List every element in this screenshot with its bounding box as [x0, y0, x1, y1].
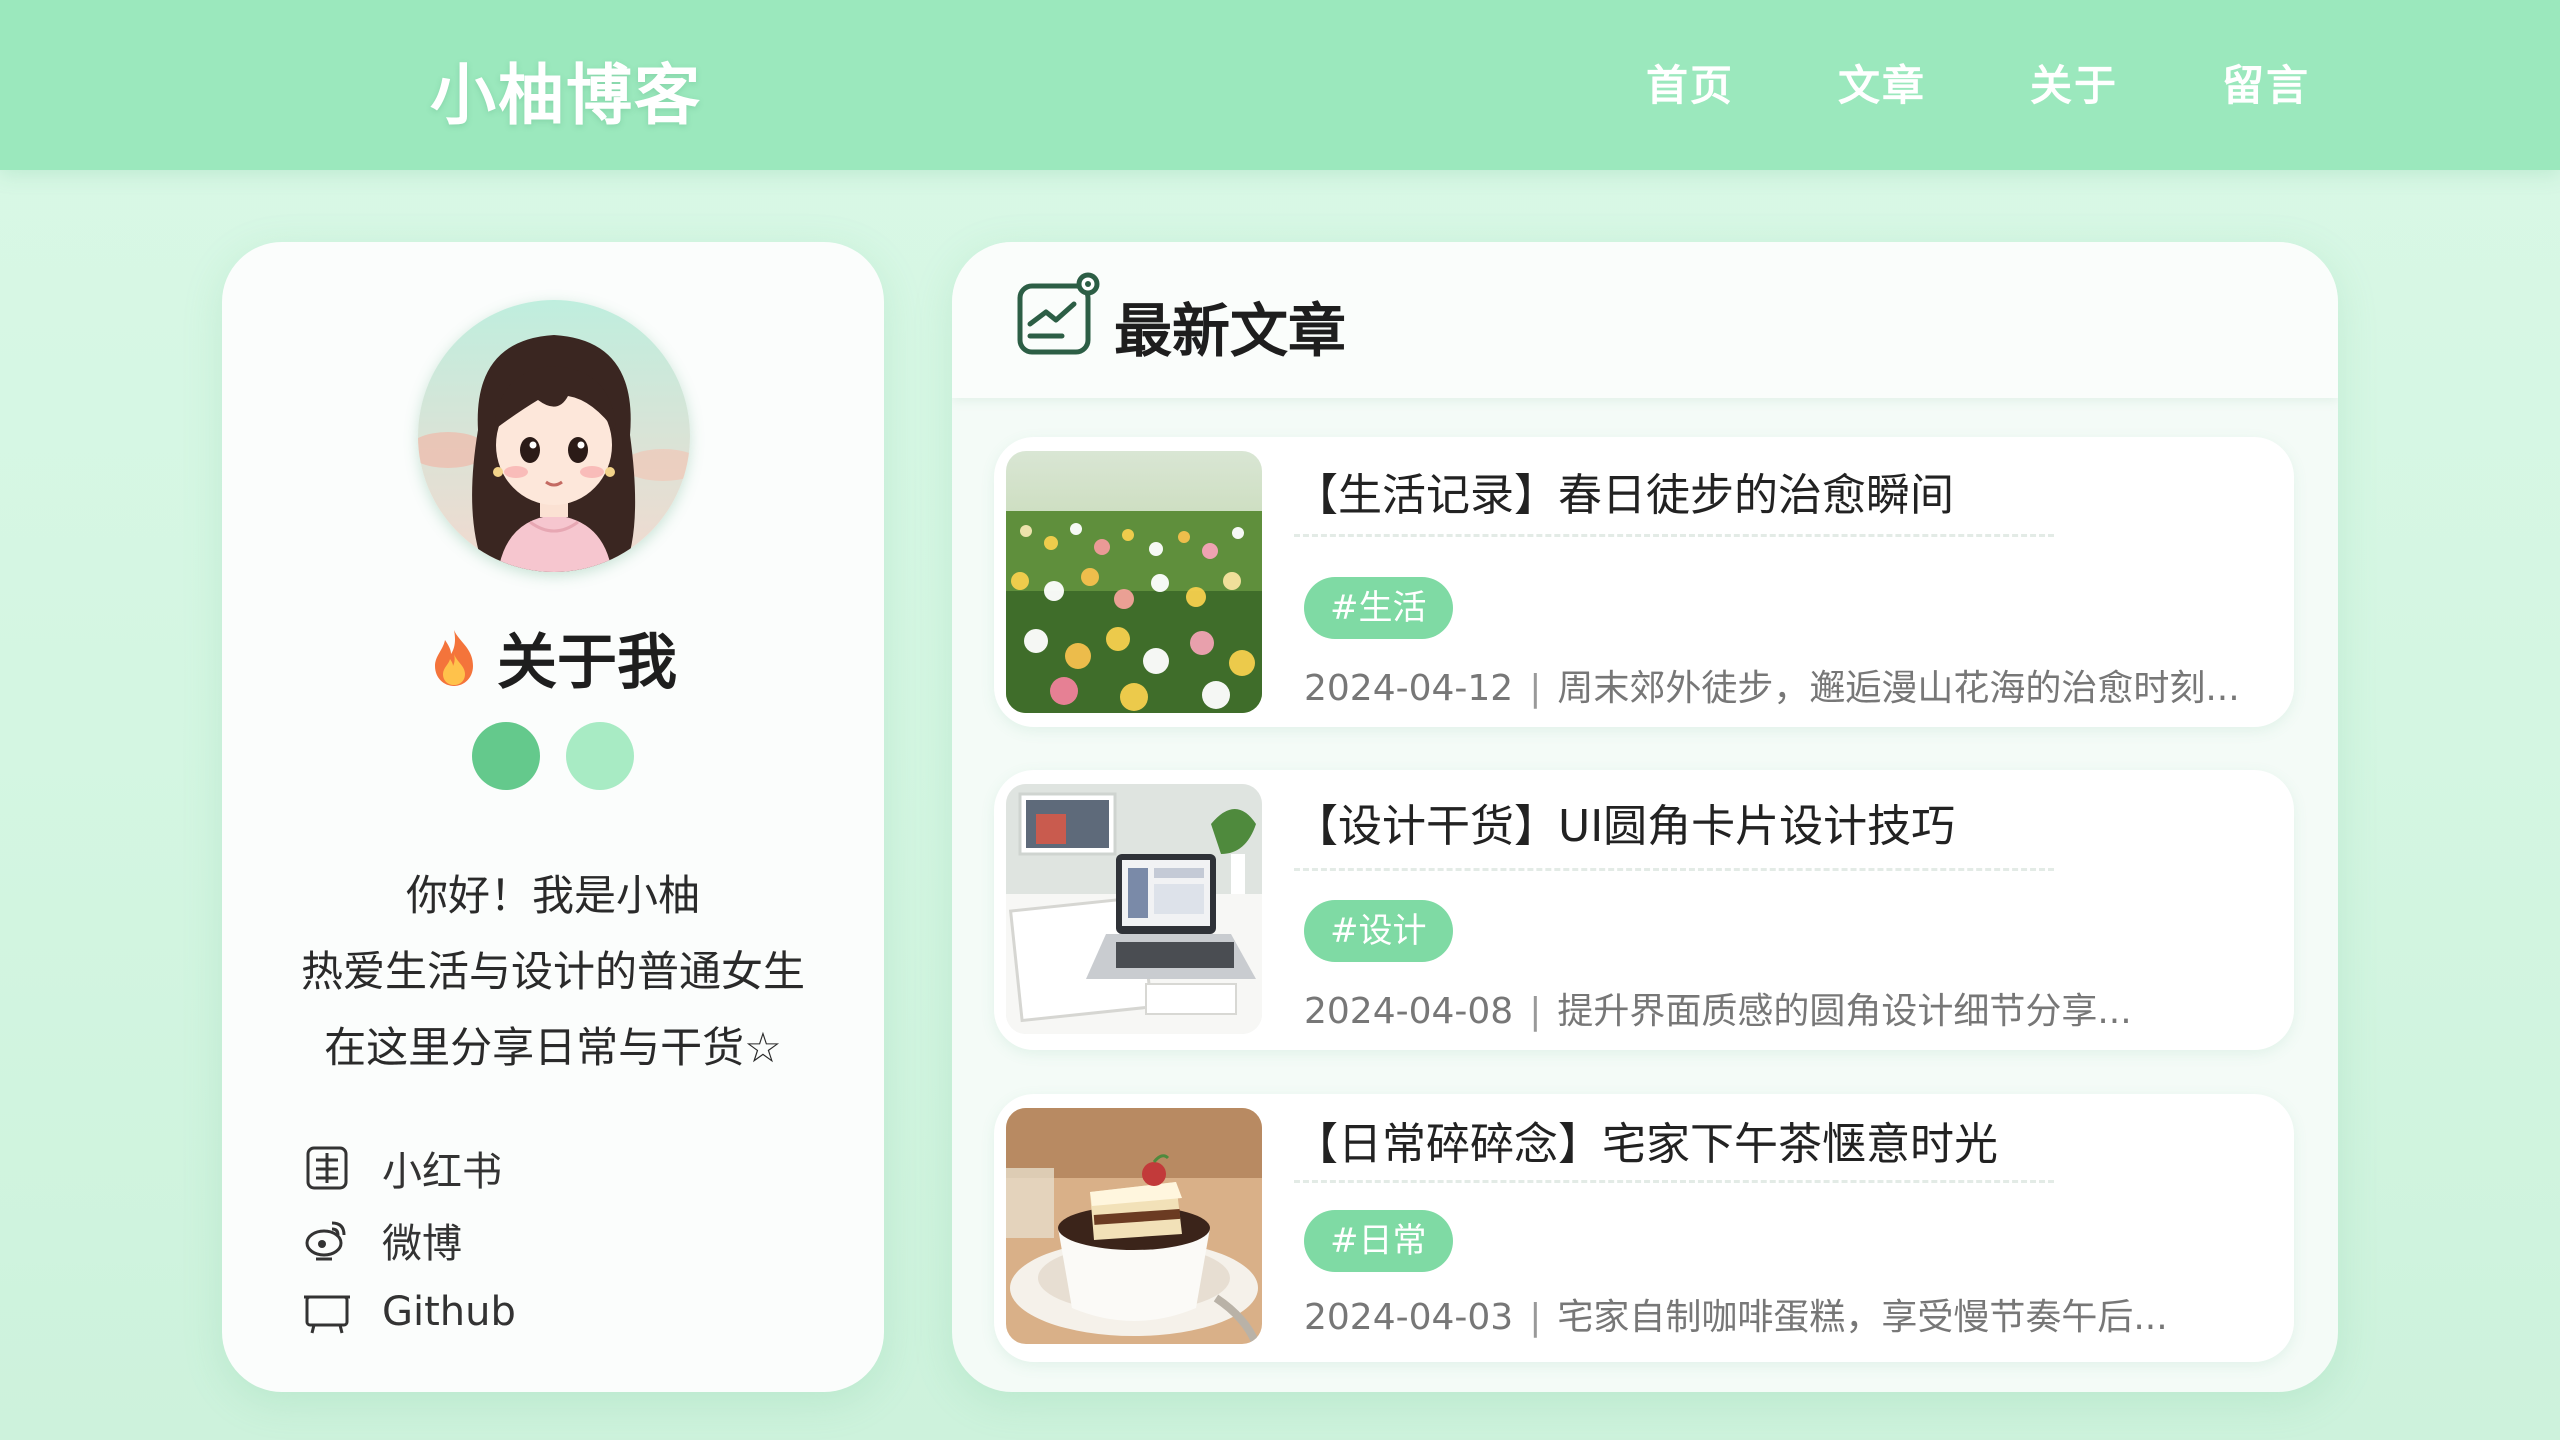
article-thumbnail[interactable] — [1006, 451, 1262, 713]
decor-dots — [222, 722, 884, 790]
articles-heading: 最新文章 — [1114, 297, 1347, 365]
social-links: 小红书 微博 Github — [302, 1132, 516, 1348]
social-label: 微博 — [382, 1221, 462, 1267]
nav-item-home[interactable]: 首页 — [1646, 52, 1734, 113]
weibo-icon — [305, 1221, 346, 1261]
social-label: Github — [382, 1289, 516, 1335]
meta-separator: | — [1529, 668, 1542, 709]
nav-item-about[interactable]: 关于 — [2030, 52, 2118, 113]
top-header: 小柚博客 首页 文章 关于 留言 — [0, 0, 2560, 170]
article-excerpt: 提升界面质感的圆角设计细节分享... — [1557, 991, 2132, 1032]
article-date: 2024-04-03 — [1304, 1297, 1514, 1338]
decor-dot-dark — [472, 722, 540, 790]
intro-text: 你好！我是小柚 热爱生活与设计的普通女生 在这里分享日常与干货☆ — [222, 858, 884, 1086]
fire-icon — [435, 629, 473, 686]
article-date: 2024-04-12 — [1304, 668, 1514, 709]
book-icon — [306, 1146, 348, 1190]
article-divider — [1294, 868, 2054, 871]
article-card[interactable]: 【日常碎碎念】宅家下午茶惬意时光 #日常 2024-04-03 | 宅家自制咖啡蛋糕… — [994, 1094, 2294, 1362]
nav-item-guestbook[interactable]: 留言 — [2222, 52, 2310, 113]
article-meta: 2024-04-08 | 提升界面质感的圆角设计细节分享... — [1304, 982, 2132, 1034]
social-label: 小红书 — [382, 1149, 502, 1195]
article-thumbnail[interactable] — [1006, 784, 1262, 1034]
article-meta: 2024-04-12 | 周末郊外徒步，邂逅漫山花海的治愈时刻... — [1304, 659, 2240, 711]
article-title[interactable]: 【生活记录】春日徒步的治愈瞬间 — [1294, 459, 1954, 523]
intro-line: 热爱生活与设计的普通女生 — [300, 947, 805, 996]
article-divider — [1294, 1180, 2054, 1183]
article-date: 2024-04-08 — [1304, 991, 1514, 1032]
about-title: 关于我 — [497, 628, 677, 698]
article-divider — [1294, 534, 2054, 537]
site-brand[interactable]: 小柚博客 — [430, 42, 702, 138]
github-icon — [304, 1295, 350, 1334]
article-tag[interactable]: #日常 — [1304, 1210, 1453, 1272]
about-title-row: 关于我 — [222, 614, 884, 701]
news-icon — [1017, 272, 1100, 355]
meta-separator: | — [1529, 1297, 1542, 1338]
articles-card: 最新文章 【生活记录】春日徒步的治愈瞬间 #生活 2024-04-12 | 周末… — [952, 242, 2338, 1392]
article-title[interactable]: 【日常碎碎念】宅家下午茶惬意时光 — [1294, 1108, 1998, 1172]
article-tag[interactable]: #生活 — [1304, 577, 1453, 639]
profile-card: 关于我 你好！我是小柚 热爱生活与设计的普通女生 在这里分享日常与干货☆ 小红书 — [222, 242, 884, 1392]
article-card[interactable]: 【生活记录】春日徒步的治愈瞬间 #生活 2024-04-12 | 周末郊外徒步，邂逅… — [994, 437, 2294, 727]
article-excerpt: 宅家自制咖啡蛋糕，享受慢节奏午后... — [1557, 1297, 2168, 1338]
social-link-github[interactable]: Github — [302, 1276, 516, 1348]
articles-header: 最新文章 — [952, 242, 2338, 398]
article-excerpt: 周末郊外徒步，邂逅漫山花海的治愈时刻... — [1557, 668, 2240, 709]
main-nav: 首页 文章 关于 留言 — [1646, 52, 2310, 113]
social-link-xiaohongshu[interactable]: 小红书 — [302, 1132, 516, 1204]
avatar — [418, 300, 690, 572]
nav-item-articles[interactable]: 文章 — [1838, 52, 1926, 113]
article-title[interactable]: 【设计干货】UI圆角卡片设计技巧 — [1294, 790, 1955, 854]
article-thumbnail[interactable] — [1006, 1108, 1262, 1344]
social-link-weibo[interactable]: 微博 — [302, 1204, 516, 1276]
meta-separator: | — [1529, 991, 1542, 1032]
intro-line: 在这里分享日常与干货☆ — [324, 1023, 782, 1072]
article-card[interactable]: 【设计干货】UI圆角卡片设计技巧 #设计 2024-04-08 | 提升界面质感的圆… — [994, 770, 2294, 1050]
article-tag[interactable]: #设计 — [1304, 900, 1453, 962]
intro-line: 你好！我是小柚 — [405, 871, 700, 920]
decor-dot-light — [566, 722, 634, 790]
article-meta: 2024-04-03 | 宅家自制咖啡蛋糕，享受慢节奏午后... — [1304, 1288, 2168, 1340]
